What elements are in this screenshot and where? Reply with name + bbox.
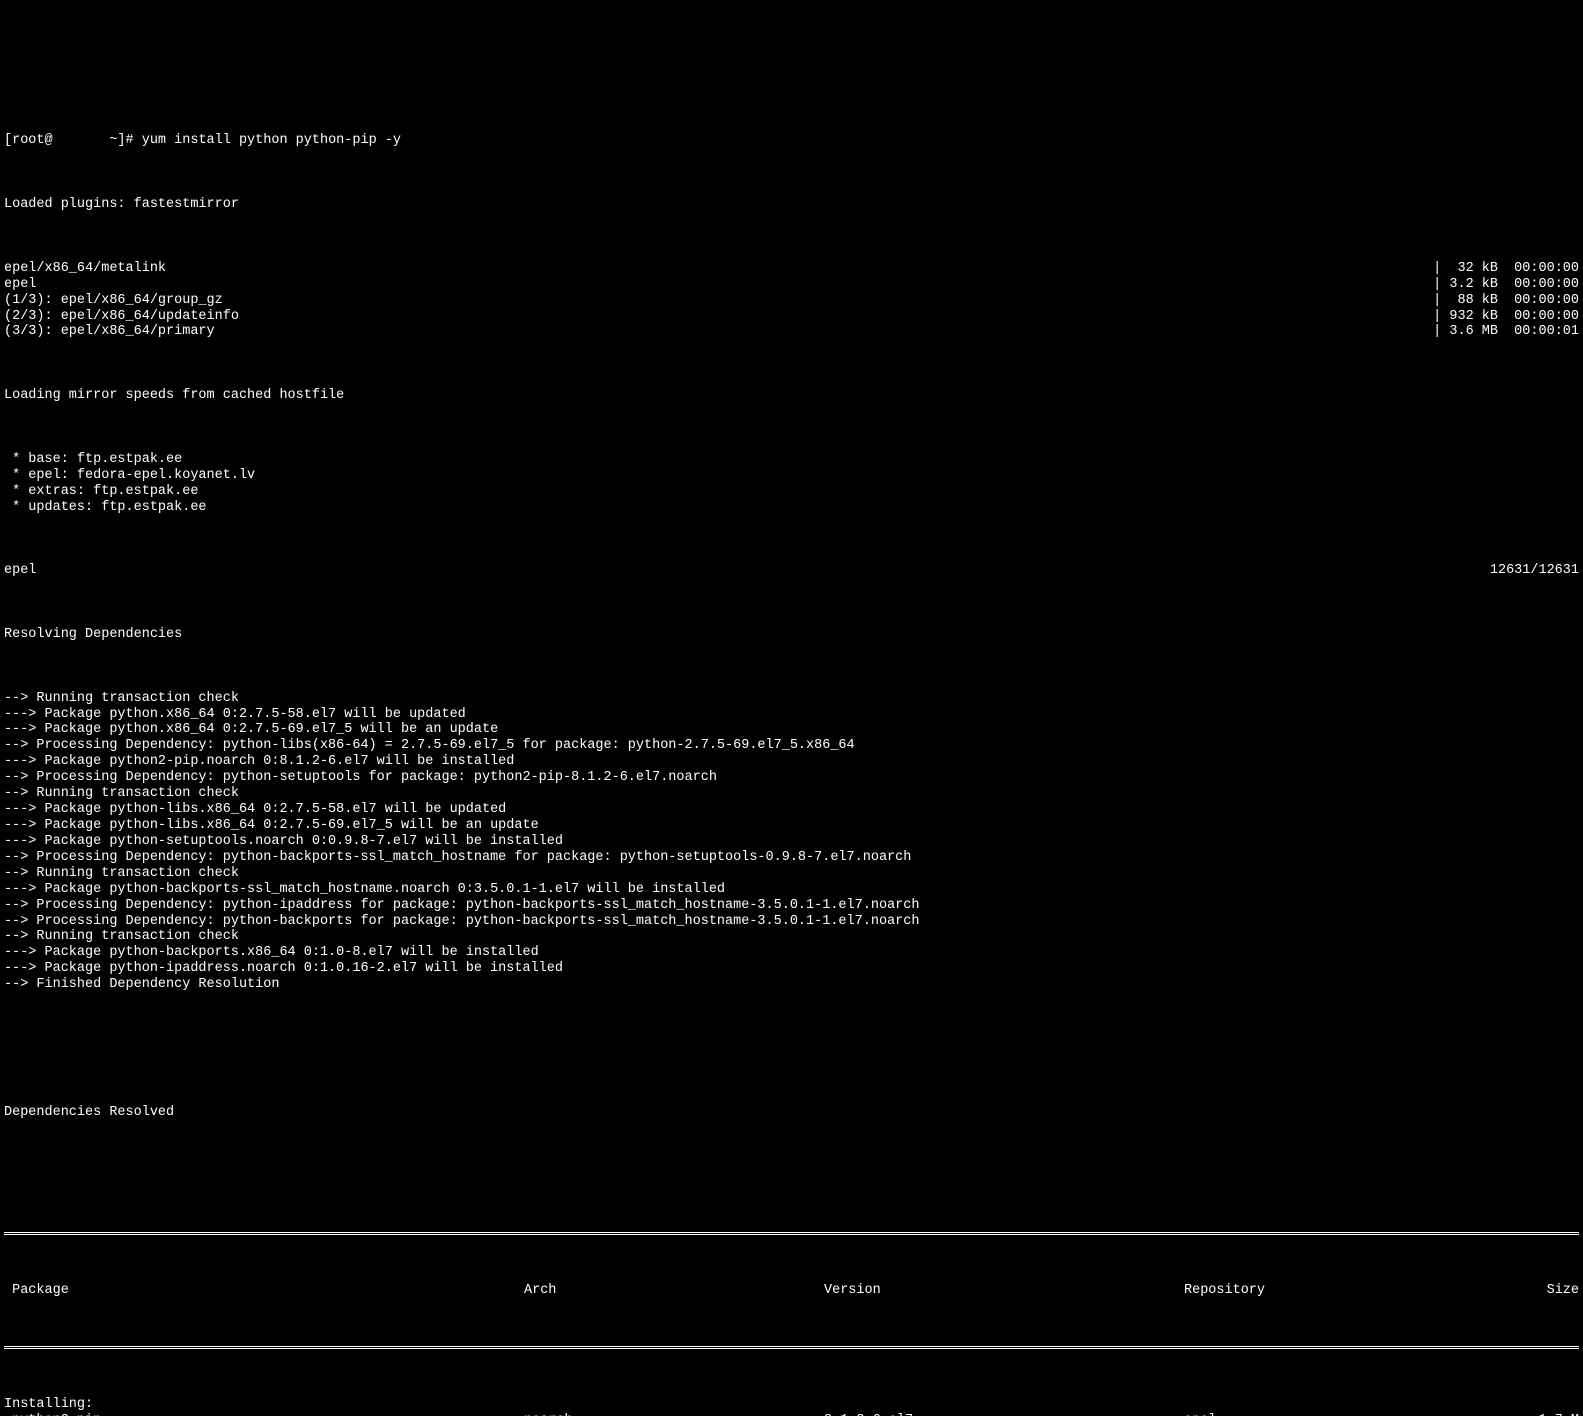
- blank-line: [4, 1168, 1579, 1184]
- mirror-line: * extras: ftp.estpak.ee: [4, 484, 1579, 500]
- mirror-line: * epel: fedora-epel.koyanet.lv: [4, 468, 1579, 484]
- mirror-line: * base: ftp.estpak.ee: [4, 452, 1579, 468]
- dependency-line: --> Running transaction check: [4, 786, 1579, 802]
- download-status: | 32 kB 00:00:00: [1413, 261, 1579, 277]
- dependency-line: ---> Package python2-pip.noarch 0:8.1.2-…: [4, 754, 1579, 770]
- download-status: | 932 kB 00:00:00: [1413, 309, 1579, 325]
- table-body: Installing: python2-pipnoarch8.1.2-6.el7…: [4, 1397, 1579, 1416]
- download-name: epel/x86_64/metalink: [4, 261, 166, 277]
- table-cell: noarch: [524, 1413, 824, 1416]
- table-header-version: Version: [824, 1283, 1184, 1299]
- epel-count-right: 12631/12631: [1470, 563, 1579, 579]
- table-rule-top: [4, 1232, 1579, 1235]
- download-status: | 88 kB 00:00:00: [1413, 293, 1579, 309]
- dependency-line: --> Finished Dependency Resolution: [4, 977, 1579, 993]
- prompt-command: yum install python python-pip -y: [142, 133, 401, 148]
- dependency-line: --> Running transaction check: [4, 929, 1579, 945]
- table-cell: 1.7 M: [1484, 1413, 1579, 1416]
- download-status: | 3.2 kB 00:00:00: [1413, 277, 1579, 293]
- table-header-package: Package: [4, 1283, 524, 1299]
- table-cell: python2-pip: [4, 1413, 524, 1416]
- table-header: Package Arch Version Repository Size: [4, 1283, 1579, 1299]
- table-header-arch: Arch: [524, 1283, 824, 1299]
- dependency-line: --> Processing Dependency: python-setupt…: [4, 770, 1579, 786]
- dependencies-resolved-line: Dependencies Resolved: [4, 1105, 1579, 1121]
- prompt-hidden-host: xxxxxx: [53, 133, 102, 148]
- download-line: (1/3): epel/x86_64/group_gz | 88 kB 00:00…: [4, 293, 1579, 309]
- download-line: (2/3): epel/x86_64/updateinfo | 932 kB 00…: [4, 309, 1579, 325]
- dependency-line: ---> Package python-setuptools.noarch 0:…: [4, 834, 1579, 850]
- terminal-window[interactable]: [root@xxxxxx ~]# yum install python pyth…: [0, 80, 1583, 1416]
- download-line: epel | 3.2 kB 00:00:00: [4, 277, 1579, 293]
- dependency-line: ---> Package python-backports-ssl_match_…: [4, 882, 1579, 898]
- epel-count-left: epel: [4, 563, 36, 579]
- dependency-line: --> Processing Dependency: python-backpo…: [4, 914, 1579, 930]
- download-progress-block: epel/x86_64/metalink| 32 kB 00:00:00epel…: [4, 261, 1579, 341]
- table-row: python2-pipnoarch8.1.2-6.el7epel1.7 M: [4, 1413, 1579, 1416]
- dependency-output-block: --> Running transaction check---> Packag…: [4, 691, 1579, 994]
- dependency-line: --> Processing Dependency: python-ipaddr…: [4, 898, 1579, 914]
- table-header-size: Size: [1484, 1283, 1579, 1299]
- mirror-list: * base: ftp.estpak.ee * epel: fedora-epe…: [4, 452, 1579, 516]
- prompt-rest: ~]#: [101, 133, 142, 148]
- mirror-line: * updates: ftp.estpak.ee: [4, 500, 1579, 516]
- dependency-line: ---> Package python.x86_64 0:2.7.5-69.el…: [4, 722, 1579, 738]
- prompt-user-host: [root@: [4, 133, 53, 148]
- table-rule-header-bottom: [4, 1346, 1579, 1349]
- dependency-line: ---> Package python.x86_64 0:2.7.5-58.el…: [4, 707, 1579, 723]
- dependency-line: --> Processing Dependency: python-backpo…: [4, 850, 1579, 866]
- download-name: epel: [4, 277, 36, 293]
- download-status: | 3.6 MB 00:00:01: [1413, 324, 1579, 340]
- table-section-title: Installing:: [4, 1397, 1579, 1413]
- dependency-line: --> Running transaction check: [4, 691, 1579, 707]
- download-name: (1/3): epel/x86_64/group_gz: [4, 293, 223, 309]
- dependency-line: ---> Package python-libs.x86_64 0:2.7.5-…: [4, 818, 1579, 834]
- download-name: (3/3): epel/x86_64/primary: [4, 324, 215, 340]
- download-line: epel/x86_64/metalink | 32 kB 00:00:00: [4, 261, 1579, 277]
- resolving-dependencies-line: Resolving Dependencies: [4, 627, 1579, 643]
- blank-line: [4, 1041, 1579, 1057]
- loaded-plugins-line: Loaded plugins: fastestmirror: [4, 197, 1579, 213]
- mirror-speeds-line: Loading mirror speeds from cached hostfi…: [4, 388, 1579, 404]
- dependency-line: ---> Package python-backports.x86_64 0:1…: [4, 945, 1579, 961]
- dependency-line: ---> Package python-libs.x86_64 0:2.7.5-…: [4, 802, 1579, 818]
- prompt-line: [root@xxxxxx ~]# yum install python pyth…: [4, 133, 1579, 149]
- dependency-line: ---> Package python-ipaddress.noarch 0:1…: [4, 961, 1579, 977]
- dependency-line: --> Running transaction check: [4, 866, 1579, 882]
- download-name: (2/3): epel/x86_64/updateinfo: [4, 309, 239, 325]
- table-header-repository: Repository: [1184, 1283, 1484, 1299]
- download-line: (3/3): epel/x86_64/primary | 3.6 MB 00:00…: [4, 324, 1579, 340]
- epel-count-line: epel 12631/12631: [4, 563, 1579, 579]
- dependency-line: --> Processing Dependency: python-libs(x…: [4, 738, 1579, 754]
- table-cell: 8.1.2-6.el7: [824, 1413, 1184, 1416]
- table-cell: epel: [1184, 1413, 1484, 1416]
